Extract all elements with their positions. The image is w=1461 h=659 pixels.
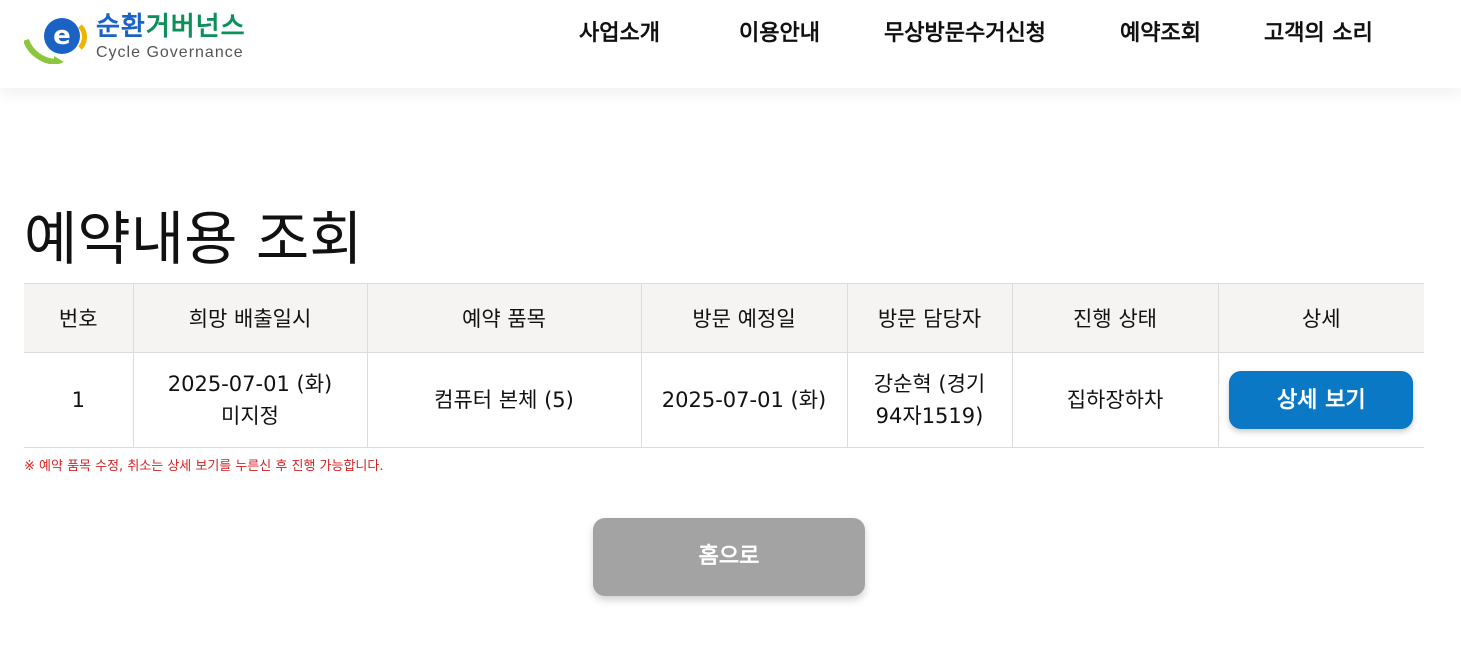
detail-view-button[interactable]: 상세 보기 xyxy=(1229,371,1414,429)
desired-time: 미지정 xyxy=(221,404,279,428)
column-header-staff: 방문 담당자 xyxy=(847,283,1013,353)
cell-staff: 강순혁 (경기 94자1519) xyxy=(847,352,1013,448)
column-header-desired-datetime: 희망 배출일시 xyxy=(133,283,368,353)
site-header: e 순환거버넌스 Cycle Governance 사업소개 이용안내 무상방문… xyxy=(0,0,1461,88)
cell-status: 집하장하차 xyxy=(1012,352,1219,448)
cell-number: 1 xyxy=(24,352,134,448)
nav-item-guide[interactable]: 이용안내 xyxy=(739,18,820,50)
table-row: 1 2025-07-01 (화) 미지정 컴퓨터 본체 (5) 2025-07-… xyxy=(24,352,1424,448)
cell-detail: 상세 보기 xyxy=(1218,352,1424,448)
cell-desired-datetime: 2025-07-01 (화) 미지정 xyxy=(133,352,368,448)
column-header-item: 예약 품목 xyxy=(367,283,642,353)
column-header-visit-date: 방문 예정일 xyxy=(641,283,848,353)
e-logo-icon: e xyxy=(24,18,87,64)
nav-item-free-pickup-request[interactable]: 무상방문수거신청 xyxy=(884,18,1046,50)
staff-name: 강순혁 (경기 xyxy=(873,372,986,396)
cell-item: 컴퓨터 본체 (5) xyxy=(367,352,642,448)
column-header-number: 번호 xyxy=(24,283,134,353)
reservation-table: 번호 희망 배출일시 예약 품목 방문 예정일 방문 담당자 진행 상태 상세 … xyxy=(24,283,1424,448)
logo-subtitle: Cycle Governance xyxy=(96,44,244,61)
table-header-row: 번호 희망 배출일시 예약 품목 방문 예정일 방문 담당자 진행 상태 상세 xyxy=(24,283,1424,353)
nav-item-customer-voice[interactable]: 고객의 소리 xyxy=(1264,18,1373,50)
home-button[interactable]: 홈으로 xyxy=(593,518,865,596)
staff-vehicle: 94자1519) xyxy=(875,404,984,428)
svg-text:e: e xyxy=(53,21,71,51)
desired-date: 2025-07-01 (화) xyxy=(167,372,333,396)
logo-title-rest: 거버넌스 xyxy=(145,12,246,42)
column-header-status: 진행 상태 xyxy=(1012,283,1219,353)
logo-title: 순환거버넌스 xyxy=(96,12,246,42)
site-logo[interactable]: e 순환거버넌스 Cycle Governance xyxy=(24,12,264,68)
nav-item-reservation-lookup[interactable]: 예약조회 xyxy=(1120,18,1201,50)
column-header-detail: 상세 xyxy=(1218,283,1424,353)
logo-title-prefix: 순환 xyxy=(96,12,146,42)
edit-cancel-notice: ※ 예약 품목 수정, 취소는 상세 보기를 누른신 후 진행 가능합니다. xyxy=(24,459,384,474)
cell-visit-date: 2025-07-01 (화) xyxy=(641,352,848,448)
nav-item-about[interactable]: 사업소개 xyxy=(579,18,660,50)
page-title: 예약내용 조회 xyxy=(24,204,363,273)
